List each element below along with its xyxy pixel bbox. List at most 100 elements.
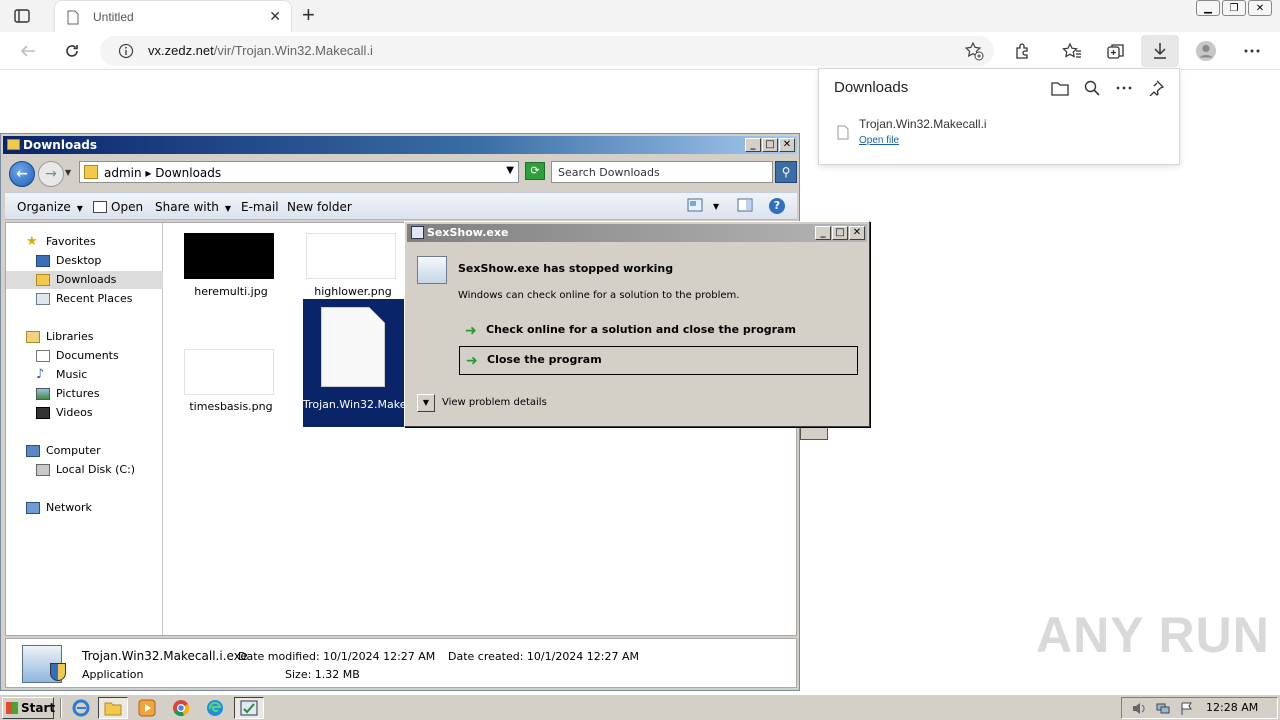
close-button[interactable]: ✕ <box>1248 0 1272 16</box>
clock[interactable]: 12:28 AM <box>1206 701 1258 714</box>
nav-item-downloads[interactable]: Downloads <box>6 271 163 289</box>
media-player-icon[interactable] <box>132 697 162 719</box>
nav-item-network[interactable]: Network <box>6 499 163 517</box>
restore-button[interactable]: ❐ <box>1222 0 1246 16</box>
file-item[interactable]: timesbasis.png <box>180 343 282 471</box>
nav-item-computer[interactable]: Computer <box>6 442 163 460</box>
search-icon[interactable]: ⚲ <box>775 161 797 183</box>
downloads-flyout-title: Downloads <box>834 79 909 96</box>
add-favorite-icon[interactable] <box>964 41 984 64</box>
action-center-flag-icon[interactable] <box>1180 702 1194 715</box>
maximize-button[interactable]: □ <box>832 226 848 240</box>
maximize-button[interactable]: □ <box>762 138 778 152</box>
nav-item-music[interactable]: ♪ Music <box>6 366 163 384</box>
more-icon[interactable] <box>1238 38 1266 64</box>
browser-tab[interactable]: Untitled ✕ <box>54 0 292 32</box>
explorer-taskbar-icon[interactable] <box>98 697 128 719</box>
minimize-button[interactable]: _ <box>745 138 761 152</box>
open-button[interactable]: Open <box>93 200 143 214</box>
network-status-icon[interactable] <box>1156 702 1170 715</box>
download-file-name[interactable]: Trojan.Win32.Makecall.i <box>859 117 987 131</box>
email-button[interactable]: E-mail <box>241 200 279 214</box>
address-bar[interactable]: vx.zedz.net/vir/Trojan.Win32.Makecall.i <box>100 36 994 66</box>
nav-item-documents[interactable]: Documents <box>6 347 163 365</box>
minimize-button[interactable]: _ <box>815 226 831 240</box>
back-icon[interactable]: ← <box>9 161 35 187</box>
info-icon[interactable] <box>118 43 134 62</box>
dialog-heading: SexShow.exe has stopped working <box>458 262 674 275</box>
new-folder-button[interactable]: New folder <box>287 200 352 214</box>
new-tab-button[interactable]: + <box>302 4 315 26</box>
chevron-down-icon[interactable]: ▼ <box>65 168 71 177</box>
organize-button[interactable]: Organize ▼ <box>17 200 83 214</box>
url-host: vx.zedz.net <box>148 43 214 58</box>
start-button[interactable]: Start <box>2 697 55 719</box>
file-name: timesbasis.png <box>189 400 273 413</box>
error-reporting-taskbar-icon[interactable] <box>234 697 264 719</box>
drive-icon <box>36 464 50 476</box>
browser-tabstrip: Untitled ✕ + ▁ ❐ ✕ <box>0 0 1280 32</box>
close-button[interactable]: ✕ <box>779 138 795 152</box>
search-input[interactable]: Search Downloads <box>551 161 773 183</box>
favorites-icon[interactable] <box>1058 38 1086 64</box>
extensions-icon[interactable] <box>1008 38 1036 64</box>
documents-icon <box>36 350 50 362</box>
more-options-icon[interactable] <box>1115 79 1133 97</box>
nav-item-pictures[interactable]: Pictures <box>6 385 163 403</box>
nav-item-libraries[interactable]: Libraries <box>6 328 163 346</box>
nav-item-favorites[interactable]: ★ Favorites <box>6 233 163 251</box>
view-details-label[interactable]: View problem details <box>442 397 547 408</box>
nav-item-desktop[interactable]: Desktop <box>6 252 163 270</box>
nav-item-videos[interactable]: Videos <box>6 404 163 422</box>
expand-details-button[interactable]: ▼ <box>417 394 435 412</box>
close-program-label: Close the program <box>487 353 602 366</box>
close-tab-icon[interactable]: ✕ <box>269 9 281 25</box>
file-name: heremulti.jpg <box>194 285 268 298</box>
file-item-selected[interactable]: Trojan.Win32.Makecall.i.exe <box>303 299 455 427</box>
help-icon[interactable]: ? <box>769 198 785 214</box>
pin-icon[interactable] <box>1147 79 1165 97</box>
dialog-title: SexShow.exe <box>427 226 509 239</box>
file-name: Trojan.Win32.Makecall.i.exe <box>303 398 455 411</box>
refresh-icon[interactable]: ⟳ <box>525 162 545 180</box>
chevron-down-icon[interactable]: ▼ <box>506 165 514 176</box>
close-button[interactable]: ✕ <box>849 226 865 240</box>
minimize-button[interactable]: ▁ <box>1196 0 1220 16</box>
chrome-icon[interactable] <box>166 697 196 719</box>
nav-item-recent-places[interactable]: Recent Places <box>6 290 163 308</box>
profile-avatar[interactable] <box>1192 38 1220 64</box>
tab-actions-icon[interactable] <box>12 7 32 25</box>
search-placeholder: Search Downloads <box>558 166 660 179</box>
nav-item-local-disk[interactable]: Local Disk (C:) <box>6 461 163 479</box>
dialog-titlebar[interactable]: SexShow.exe _ □ ✕ <box>407 224 867 242</box>
change-view-icon[interactable] <box>687 198 703 215</box>
folder-icon[interactable] <box>1051 79 1069 97</box>
volume-icon[interactable] <box>1132 702 1146 715</box>
preview-pane-icon[interactable] <box>737 198 753 215</box>
file-name: highlower.png <box>314 285 392 298</box>
folder-icon <box>7 139 20 150</box>
chevron-down-icon[interactable]: ▼ <box>713 202 719 211</box>
breadcrumb-text: admin ▸ Downloads <box>104 166 222 180</box>
collections-icon[interactable] <box>1102 38 1130 64</box>
check-online-label: Check online for a solution and close th… <box>486 323 796 336</box>
taskbar-separator <box>60 698 62 718</box>
file-icon <box>321 307 385 387</box>
internet-explorer-icon[interactable] <box>66 697 96 719</box>
file-icon <box>837 125 849 143</box>
back-icon[interactable] <box>14 38 42 64</box>
search-icon[interactable] <box>1083 79 1101 97</box>
image-thumbnail <box>184 233 274 279</box>
details-size: Size: 1.32 MB <box>285 668 360 681</box>
refresh-icon[interactable] <box>58 38 86 64</box>
forward-icon[interactable]: → <box>38 161 64 187</box>
check-online-button[interactable]: ➜ Check online for a solution and close … <box>459 317 858 346</box>
edge-icon[interactable] <box>200 697 230 719</box>
open-file-link[interactable]: Open file <box>859 135 899 146</box>
explorer-titlebar[interactable]: Downloads _ □ ✕ <box>3 136 797 154</box>
breadcrumb[interactable]: admin ▸ Downloads ▼ <box>79 161 519 183</box>
download-icon[interactable] <box>1146 38 1174 64</box>
file-item[interactable]: heremulti.jpg <box>180 229 282 357</box>
close-program-button[interactable]: ➜ Close the program <box>459 346 858 375</box>
share-with-button[interactable]: Share with ▼ <box>155 200 231 214</box>
